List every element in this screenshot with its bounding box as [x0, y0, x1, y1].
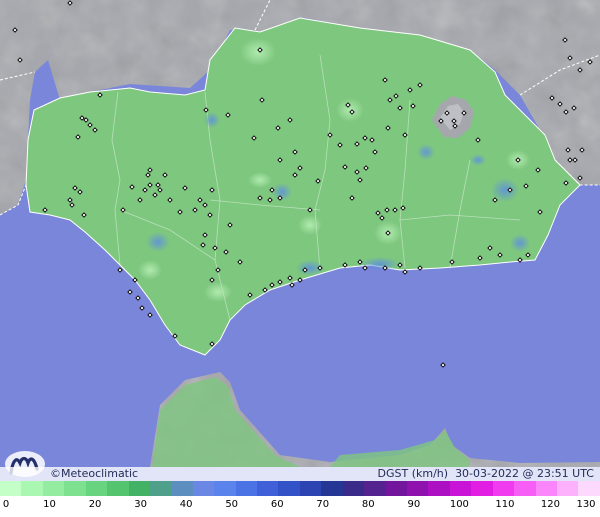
scale-tick-label: 30 [134, 499, 147, 510]
scale-swatch [578, 481, 600, 496]
scale-swatch [171, 481, 193, 496]
map-viewer: ©Meteoclimatic DGST (km/h) 30-03-2022 @ … [0, 0, 600, 517]
scale-tick-label: 10 [43, 499, 56, 510]
timestamp-label: 30-03-2022 @ 23:51 UTC [455, 467, 594, 480]
scale-swatch [107, 481, 129, 496]
scale-swatch [556, 481, 579, 496]
wind-gust-map [0, 0, 600, 467]
scale-tick-label: 20 [88, 499, 102, 510]
scale-swatch [449, 481, 472, 496]
brand-name: Meteoclimatic [61, 467, 139, 480]
copyright-symbol: © [50, 467, 61, 480]
scale-swatch [535, 481, 557, 496]
scale-swatch [128, 481, 150, 496]
brand-label: ©Meteoclimatic [50, 467, 138, 481]
scale-swatch [85, 481, 108, 496]
scale-swatch [42, 481, 65, 496]
scale-swatch [514, 481, 536, 496]
scale-swatch [342, 481, 365, 496]
variable-timestamp: DGST (km/h) 30-03-2022 @ 23:51 UTC [378, 467, 594, 481]
scale-swatch [492, 481, 515, 496]
info-bar: ©Meteoclimatic DGST (km/h) 30-03-2022 @ … [0, 467, 600, 481]
scale-tick-label: 90 [407, 499, 421, 510]
scale-swatch [192, 481, 215, 496]
scale-swatch [235, 481, 258, 496]
scale-swatch [0, 481, 22, 496]
scale-tick-label: 70 [316, 499, 330, 510]
scale-swatch [257, 481, 279, 496]
scale-swatch [407, 481, 429, 496]
color-scale-legend: 0 10 20 30 40 50 60 70 80 90 100 110 120 130 [0, 481, 600, 517]
scale-swatch [149, 481, 172, 496]
scale-tick-label: 130 [576, 499, 596, 510]
scale-tick-label: 50 [225, 499, 239, 510]
scale-tick-label: 60 [270, 499, 284, 510]
scale-tick-label: 40 [179, 499, 193, 510]
scale-swatch [21, 481, 43, 496]
scale-tick-label: 120 [540, 499, 560, 510]
scale-swatch [471, 481, 493, 496]
scale-swatch [299, 481, 322, 496]
scale-tick-label: 110 [495, 499, 515, 510]
scale-tick-label: 100 [449, 499, 469, 510]
scale-swatch [364, 481, 386, 496]
scale-tick-label: 80 [361, 499, 375, 510]
scale-tick-label: 0 [2, 499, 10, 510]
scale-swatch [321, 481, 343, 496]
scale-swatch [64, 481, 86, 496]
scale-swatch [385, 481, 408, 496]
variable-label: DGST (km/h) [377, 467, 449, 480]
scale-swatch [278, 481, 300, 496]
scale-swatch [428, 481, 450, 496]
scale-swatch [214, 481, 236, 496]
color-scale-swatches [0, 481, 600, 496]
